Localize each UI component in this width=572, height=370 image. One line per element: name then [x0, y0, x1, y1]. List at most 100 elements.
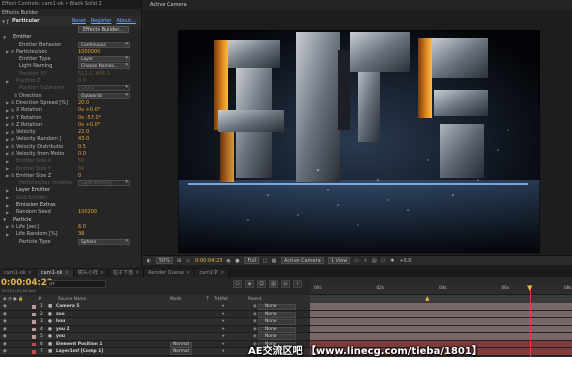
property-value[interactable]: 6.0 [78, 224, 86, 230]
label-color-swatch[interactable] [32, 305, 36, 309]
zoom-dropdown[interactable]: 50% [156, 257, 174, 264]
effect-property-row[interactable]: ▶ ⏱ Direction Spread [%] 20.0 [0, 99, 141, 106]
composition-canvas[interactable] [178, 30, 540, 253]
effect-property-row[interactable]: ▶ ⏱ Emitter Size Z0 [0, 172, 141, 179]
layer-switch-icon[interactable]: ⌖ [222, 311, 224, 319]
property-value[interactable]: 50 [78, 166, 84, 172]
effect-property-row[interactable]: ▶ ⏱ Y Rotation 0x -57.0° [0, 114, 141, 121]
work-area-bar[interactable] [310, 295, 572, 303]
visibility-eye-icon[interactable]: ◉ [3, 318, 7, 326]
current-time-display[interactable]: 0:00:04:23 [1, 278, 53, 288]
about-link[interactable]: About... [116, 18, 136, 24]
effect-property-row[interactable]: ▶ Grid Emitter [0, 194, 141, 201]
twirl-right-icon[interactable]: ▶ [6, 195, 11, 200]
visibility-eye-icon[interactable]: ◉ [3, 341, 7, 349]
effect-property-row[interactable]: ▶ ⏱ X Rotation 0x +0.0° [0, 107, 141, 114]
layer-name[interactable]: you 2 [56, 326, 70, 334]
layer-row[interactable]: ◉ 3 ● hou ⌖ None [0, 318, 310, 326]
layer-name[interactable]: zoo [56, 311, 65, 319]
close-tab-icon[interactable]: × [100, 270, 104, 276]
twirl-right-icon[interactable]: ▶ [6, 210, 11, 215]
twirl-right-icon[interactable]: ▶ [6, 188, 11, 193]
effect-property-row[interactable]: ⏱ Direction Outwards [0, 92, 141, 99]
property-value[interactable]: 50 [78, 158, 84, 164]
effect-property-row[interactable]: Position XY 512.0, 405.0 [0, 70, 141, 77]
property-value[interactable]: 22.0 [78, 129, 89, 135]
effect-controls-tab[interactable]: Effect Controls: cam1-ok • Black Solid 2 [0, 0, 141, 9]
layer-duration-bar[interactable] [310, 333, 572, 341]
layer-duration-bar[interactable] [310, 310, 572, 318]
exposure-value[interactable]: +0.0 [399, 258, 411, 264]
effect-property-row[interactable]: ▶ Random Seed 100200 [0, 209, 141, 216]
effect-property-row[interactable]: ▶ ⏱ Velocity from Motio 0.0 [0, 150, 141, 157]
fast-previews-icon[interactable]: ⚡ [362, 258, 368, 264]
effect-property-row[interactable]: ▶ ⏱ Particles/sec 1000000 [0, 48, 141, 55]
layer-switch-icon[interactable]: ⌖ [222, 341, 224, 349]
property-dropdown[interactable]: Layer [78, 56, 130, 63]
label-color-swatch[interactable] [32, 320, 36, 324]
resolution-dropdown[interactable]: Full [244, 257, 260, 264]
effect-property-row[interactable]: Emitter Type Layer [0, 55, 141, 63]
t-header[interactable]: T [206, 295, 209, 303]
draft-3d-icon[interactable]: ◈ [245, 280, 254, 288]
blend-mode-dropdown[interactable]: Normal [170, 341, 192, 348]
toggle-pixel-aspect-icon[interactable]: ▭ [353, 258, 359, 264]
source-name-header[interactable]: Source Name [58, 295, 86, 303]
layer-name[interactable]: Layer1mf [Comp 1] [56, 348, 103, 356]
label-color-swatch[interactable] [32, 312, 36, 316]
comp-mini-flowchart-icon[interactable]: ⎔ [233, 280, 242, 288]
property-dropdown[interactable]: Choose Names... [78, 63, 130, 70]
layer-switch-icon[interactable]: ⌖ [222, 333, 224, 341]
timeline-tab[interactable]: 粒子下落 × [109, 269, 145, 277]
comp-marker-icon[interactable]: ▲ [425, 295, 430, 303]
motion-blur-icon[interactable]: ◎ [281, 280, 290, 288]
effect-property-row[interactable]: ▶ Life Random [%] 38 [0, 231, 141, 238]
twirl-down-icon[interactable]: ▼ [3, 217, 8, 222]
effect-property-row[interactable]: ▶ ⏱ Z Rotation 0x +0.0° [0, 121, 141, 128]
trkmat-header[interactable]: TrkMat [214, 295, 228, 303]
effect-property-row[interactable]: ▶ Emitter Size X 50 [0, 158, 141, 165]
property-dropdown[interactable]: Light Intensity [78, 180, 130, 187]
layer-switch-icon[interactable]: ⌖ [222, 318, 224, 326]
flowchart-icon[interactable]: ⎔ [380, 258, 386, 264]
color-channel-icon[interactable]: ● [234, 258, 240, 264]
visibility-eye-icon[interactable]: ◉ [3, 348, 7, 356]
property-value[interactable]: 0x -57.0° [78, 115, 101, 121]
layer-name[interactable]: you [56, 333, 65, 341]
property-dropdown[interactable]: Continuous [78, 41, 130, 48]
timeline-tab[interactable]: cam1字 × [195, 269, 230, 277]
frame-blending-icon[interactable]: ▥ [269, 280, 278, 288]
timeline-icon[interactable]: ▤ [371, 258, 377, 264]
effect-property-row[interactable]: ▶ ⏱ Life [sec] 6.0 [0, 223, 141, 230]
exposure-icon[interactable]: ✱ [389, 258, 395, 264]
viewer-timecode[interactable]: 0:00:04:23 [195, 258, 222, 264]
views-layout-dropdown[interactable]: 1 View [327, 257, 351, 264]
property-value[interactable]: 1000000 [78, 49, 100, 55]
property-value[interactable]: 0.5 [78, 144, 86, 150]
shy-icon[interactable]: ☺ [257, 280, 266, 288]
layer-switch-icon[interactable]: ⌖ [222, 326, 224, 334]
timeline-tab[interactable]: 镜头小样 × [73, 269, 110, 277]
property-value[interactable]: 100200 [78, 209, 97, 215]
property-value[interactable]: 0.0 [78, 151, 86, 157]
camera-view-dropdown[interactable]: Active Camera [281, 257, 324, 264]
layer-name[interactable]: hou [56, 318, 65, 326]
property-value[interactable]: 43.0 [78, 136, 89, 142]
effect-property-row[interactable]: Light Naming Choose Names... [0, 63, 141, 70]
twirl-right-icon[interactable]: ▶ [6, 159, 11, 164]
effect-property-row[interactable]: ▶ Position Z 0.0 [0, 77, 141, 84]
layer-duration-bar[interactable] [310, 325, 572, 333]
visibility-eye-icon[interactable]: ◉ [3, 326, 7, 334]
parent-dropdown[interactable]: None [253, 334, 296, 340]
twirl-right-icon[interactable]: ▶ [6, 232, 11, 237]
effect-property-row[interactable]: Position Subframe Linear [0, 85, 141, 92]
twirl-down-icon[interactable]: ▼ [3, 35, 8, 40]
close-tab-icon[interactable]: × [186, 270, 190, 276]
twirl-right-icon[interactable]: ▶ [6, 166, 11, 171]
twirl-right-icon[interactable]: ▶ [6, 79, 11, 84]
visibility-eye-icon[interactable]: ◉ [3, 303, 7, 311]
grid-icon[interactable]: ⊞ [176, 258, 182, 264]
parent-header[interactable]: Parent [248, 295, 261, 303]
snapshot-icon[interactable]: ◉ [225, 258, 231, 264]
layer-row[interactable]: ◉ 5 ● you ⌖ None [0, 333, 310, 341]
